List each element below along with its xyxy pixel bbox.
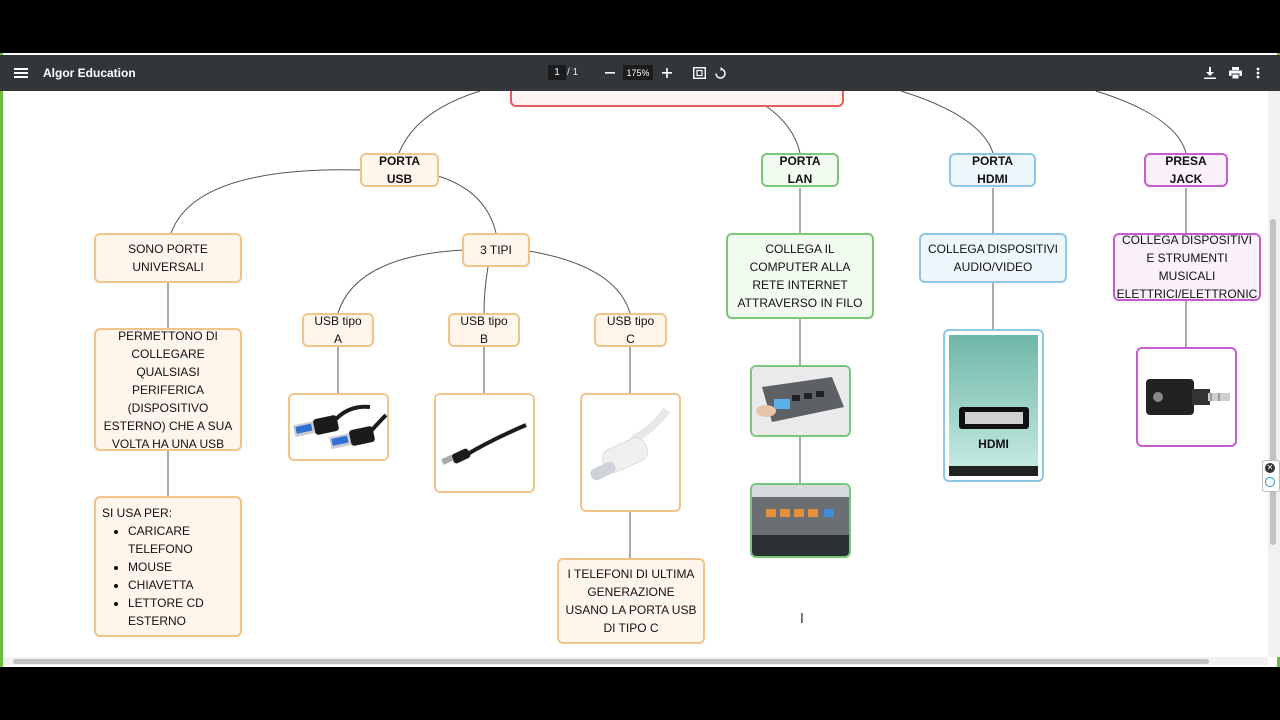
extension-icon[interactable] xyxy=(1265,477,1275,487)
node-hdmi-desc: COLLEGA DISPOSITIVI AUDIO/VIDEO xyxy=(919,233,1067,283)
usb-b-image xyxy=(434,393,535,493)
usb-a-image xyxy=(288,393,389,461)
text-cursor-icon: I xyxy=(800,612,804,627)
vertical-scroll-thumb[interactable] xyxy=(1270,219,1276,545)
node-telefoni-usb-c: I TELEFONI DI ULTIMA GENERAZIONE USANO L… xyxy=(557,558,705,644)
more-vert-icon[interactable] xyxy=(1247,62,1269,84)
hdmi-port-image: HDMI xyxy=(943,329,1044,482)
node-porta-hdmi: PORTA HDMI xyxy=(949,153,1036,187)
usage-list: CARICARE TELEFONO MOUSE CHIAVETTA LETTOR… xyxy=(102,522,234,630)
node-porta-lan: PORTA LAN xyxy=(761,153,839,187)
document-title: Algor Education xyxy=(43,66,136,80)
usage-item: LETTORE CD ESTERNO xyxy=(128,594,234,630)
router-ports-image xyxy=(750,483,851,558)
close-icon[interactable]: ✕ xyxy=(1265,463,1275,473)
zoom-in-icon[interactable] xyxy=(656,62,678,84)
zoom-out-icon[interactable] xyxy=(599,62,621,84)
node-lan-desc: COLLEGA IL COMPUTER ALLA RETE INTERNET A… xyxy=(726,233,874,319)
node-permettono: PERMETTONO DI COLLEGARE QUALSIASI PERIFE… xyxy=(94,328,242,451)
root-node-partial xyxy=(510,91,844,107)
node-porta-usb: PORTA USB xyxy=(360,153,439,187)
side-widget: ✕ xyxy=(1262,460,1280,492)
page-number-input[interactable]: 1 xyxy=(548,65,566,80)
lan-cable-image xyxy=(750,365,851,437)
jack-adapter-image xyxy=(1136,347,1237,447)
usage-item: CHIAVETTA xyxy=(128,576,234,594)
usb-c-image xyxy=(580,393,681,512)
vertical-scrollbar[interactable] xyxy=(1268,91,1280,657)
fit-page-icon[interactable] xyxy=(688,62,710,84)
node-presa-jack: PRESA JACK xyxy=(1144,153,1228,187)
page-total: / 1 xyxy=(567,65,578,80)
rotate-icon[interactable] xyxy=(709,62,731,84)
node-3-tipi: 3 TIPI xyxy=(462,233,530,267)
node-usb-tipo-c: USB tipo C xyxy=(594,313,667,347)
print-icon[interactable] xyxy=(1224,62,1246,84)
pdf-page-viewport[interactable]: PORTA USB PORTA LAN PORTA HDMI PRESA JAC… xyxy=(6,91,1268,657)
usage-item: CARICARE TELEFONO xyxy=(128,522,234,558)
horizontal-scroll-thumb[interactable] xyxy=(13,659,1209,664)
node-usb-tipo-a: USB tipo A xyxy=(302,313,374,347)
menu-icon[interactable] xyxy=(10,62,32,84)
usage-item: MOUSE xyxy=(128,558,234,576)
zoom-input[interactable]: 175% xyxy=(623,65,653,80)
node-jack-desc: COLLEGA DISPOSITIVI E STRUMENTI MUSICALI… xyxy=(1113,233,1261,301)
node-usb-tipo-b: USB tipo B xyxy=(448,313,520,347)
pdf-toolbar: Algor Education 1 / 1 175% xyxy=(0,55,1280,91)
node-si-usa-per: SI USA PER: CARICARE TELEFONO MOUSE CHIA… xyxy=(94,496,242,637)
horizontal-scrollbar[interactable] xyxy=(3,657,1268,665)
page-separator: / xyxy=(567,67,570,78)
hdmi-label: HDMI xyxy=(978,437,1009,451)
si-usa-per-heading: SI USA PER: xyxy=(102,506,173,520)
page-total-value: 1 xyxy=(572,67,579,78)
node-porte-universali: SONO PORTE UNIVERSALI xyxy=(94,233,242,283)
download-icon[interactable] xyxy=(1199,62,1221,84)
